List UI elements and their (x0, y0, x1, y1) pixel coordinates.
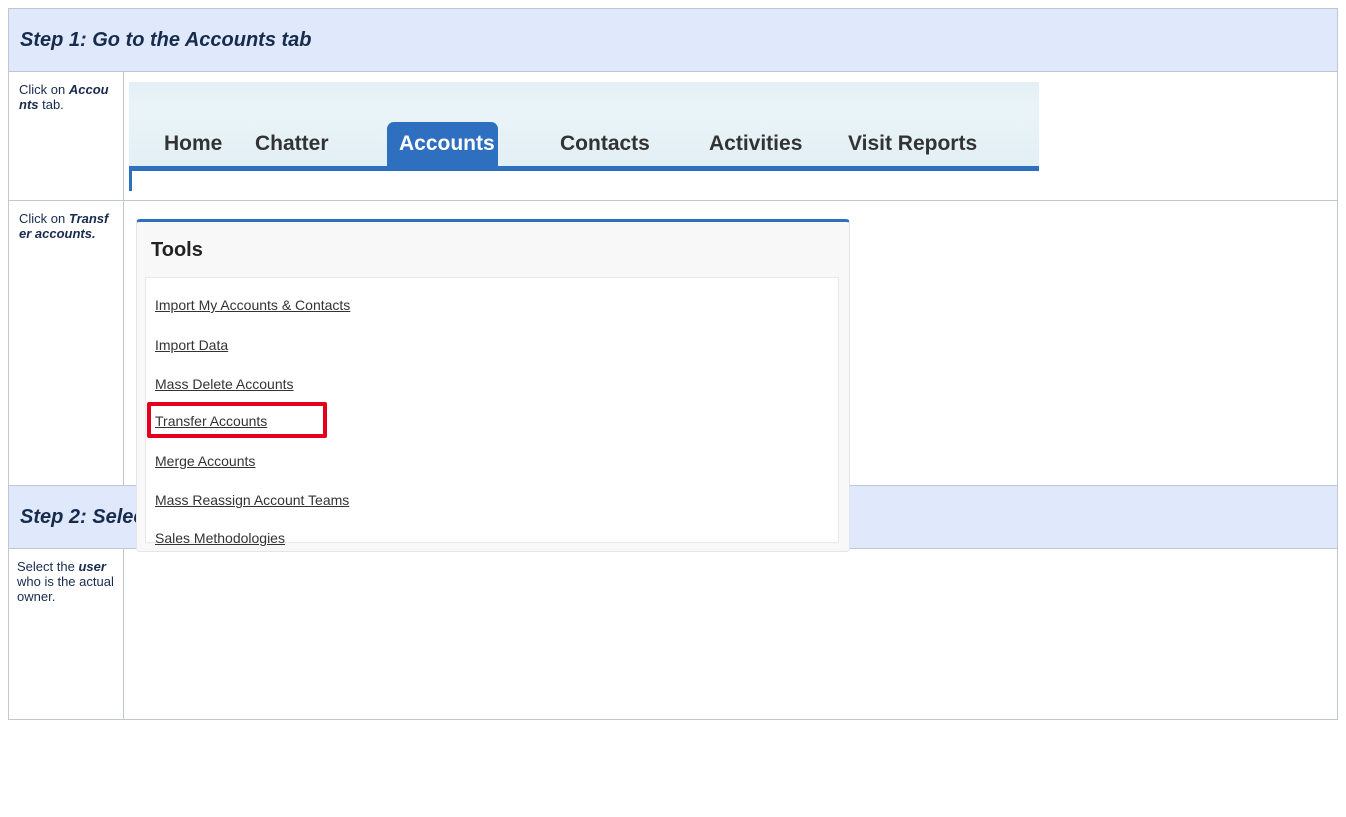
instruction-text: Select the (17, 559, 79, 574)
step1-instruction-accounts: Click on Accounts tab. (8, 71, 124, 201)
tools-link-list: Import My Accounts & Contacts Import Dat… (145, 277, 839, 546)
link-import-my-accounts-contacts[interactable]: Import My Accounts & Contacts (155, 297, 350, 313)
link-merge-accounts[interactable]: Merge Accounts (155, 453, 255, 469)
tab-contacts[interactable]: Contacts (548, 122, 662, 166)
tab-bar-underline (129, 166, 1039, 171)
tab-activities[interactable]: Activities (697, 122, 814, 166)
link-mass-delete-accounts[interactable]: Mass Delete Accounts (155, 376, 294, 392)
tools-title: Tools (151, 239, 203, 261)
tools-screenshot-cell: Tools Import My Accounts & Contacts Impo… (123, 200, 1338, 552)
transfer-accounts-highlight-box (147, 402, 327, 438)
step1-header: Step 1: Go to the Accounts tab (8, 8, 1338, 72)
step2-screenshot-cell (123, 548, 1338, 720)
tab-bar-edge (129, 171, 132, 191)
step2-instruction-user: Select the user who is the actual owner. (8, 548, 124, 720)
step1-instruction-transfer: Click on Transfer accounts. (8, 200, 124, 486)
steps-table: Step 1: Go to the Accounts tab Click on … (8, 8, 1338, 720)
tabbar-screenshot-cell: Home Chatter Accounts Contacts Activitie… (123, 71, 1338, 201)
link-import-data[interactable]: Import Data (155, 337, 228, 353)
step1-heading: Step 1: Go to the Accounts tab (20, 28, 312, 51)
instruction-text: tab. (38, 97, 64, 112)
tab-bar: Home Chatter Accounts Contacts Activitie… (129, 82, 1039, 191)
link-sales-methodologies[interactable]: Sales Methodologies (155, 530, 285, 546)
instruction-text: who is the actual owner. (17, 574, 114, 604)
tab-home[interactable]: Home (152, 122, 234, 166)
instruction-bold-user: user (78, 559, 106, 574)
instruction-text: Click on (19, 82, 69, 97)
instruction-text: Click on (19, 211, 69, 226)
tab-accounts[interactable]: Accounts (387, 122, 498, 166)
link-mass-reassign-account-teams[interactable]: Mass Reassign Account Teams (155, 492, 349, 508)
tab-chatter[interactable]: Chatter (243, 122, 341, 166)
tab-visit-reports[interactable]: Visit Reports (836, 122, 989, 166)
tools-panel: Tools Import My Accounts & Contacts Impo… (136, 219, 850, 552)
